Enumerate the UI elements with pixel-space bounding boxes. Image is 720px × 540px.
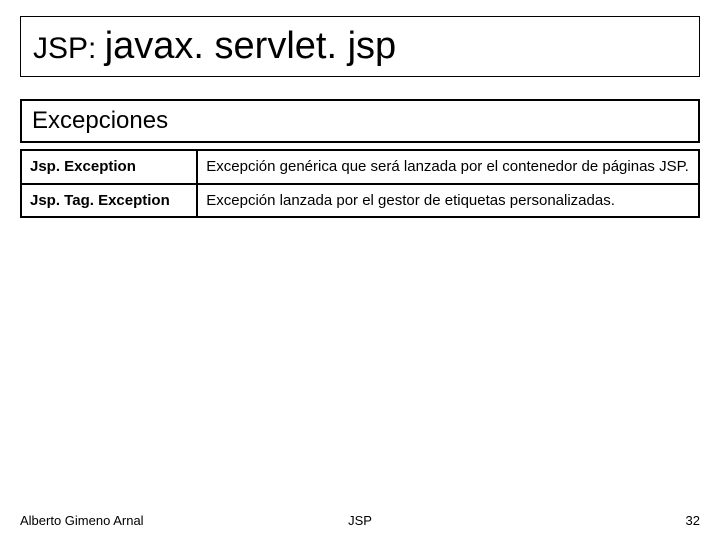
- table-row: Jsp. ExceptionExcepción genérica que ser…: [21, 150, 699, 184]
- exceptions-table-body: Jsp. ExceptionExcepción genérica que ser…: [21, 150, 699, 217]
- exception-name: Jsp. Exception: [21, 150, 197, 184]
- table-row: Jsp. Tag. ExceptionExcepción lanzada por…: [21, 184, 699, 218]
- section-heading: Excepciones: [20, 99, 700, 143]
- exception-name: Jsp. Tag. Exception: [21, 184, 197, 218]
- slide-title: JSP: javax. servlet. jsp: [20, 16, 700, 77]
- slide: JSP: javax. servlet. jsp Excepciones Jsp…: [0, 0, 720, 540]
- exceptions-table: Jsp. ExceptionExcepción genérica que ser…: [20, 149, 700, 218]
- footer-topic: JSP: [20, 513, 700, 528]
- exception-description: Excepción lanzada por el gestor de etiqu…: [197, 184, 699, 218]
- exception-description: Excepción genérica que será lanzada por …: [197, 150, 699, 184]
- footer: Alberto Gimeno Arnal JSP 32: [20, 513, 700, 528]
- title-prefix: JSP:: [33, 32, 105, 65]
- title-package: javax. servlet. jsp: [105, 25, 396, 67]
